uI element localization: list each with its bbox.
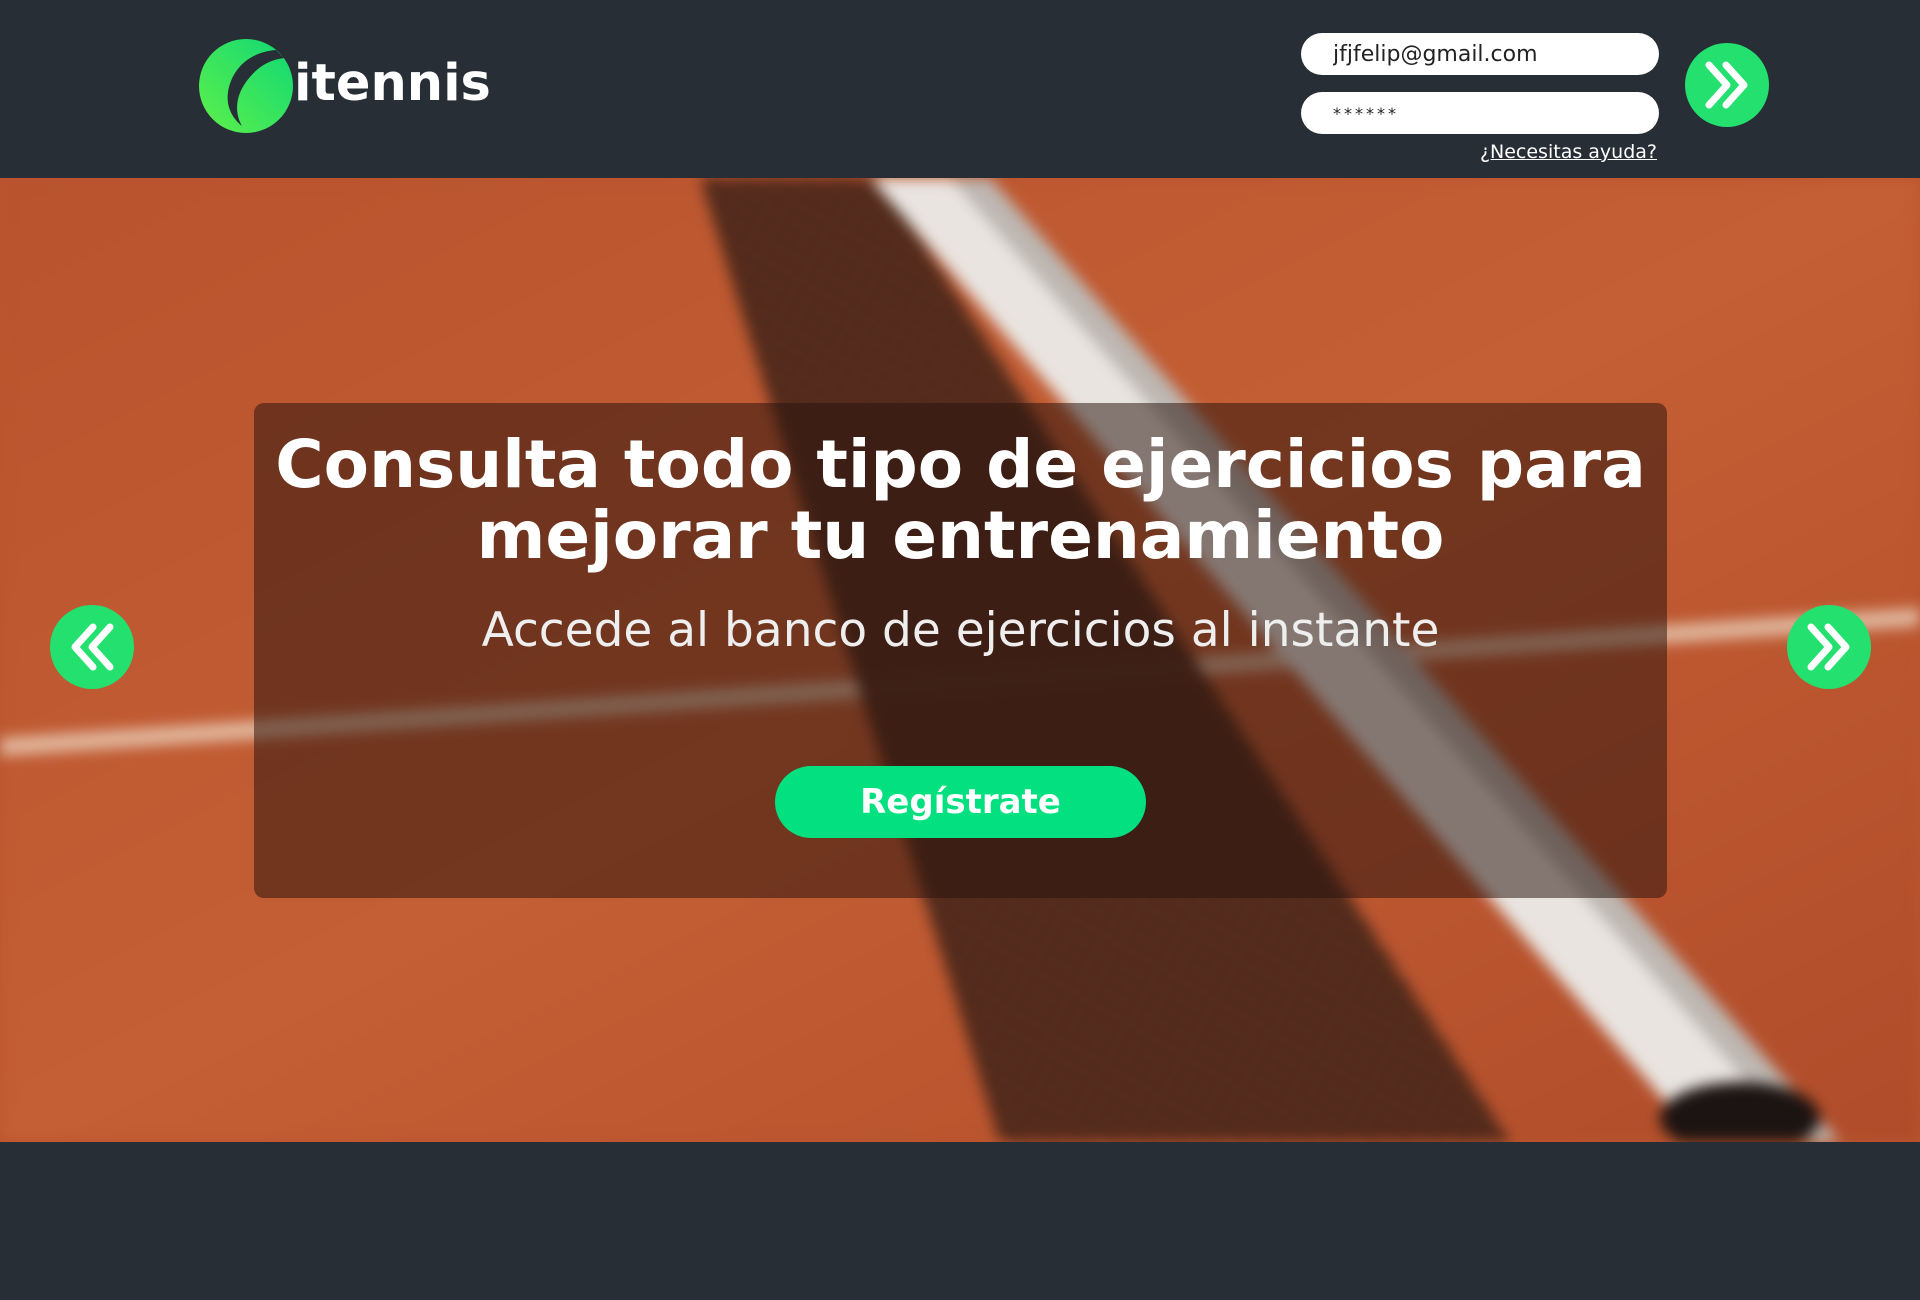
hero-subtitle: Accede al banco de ejercicios al instant…	[481, 603, 1440, 658]
double-chevron-right-icon	[1705, 61, 1748, 109]
hero-card: Consulta todo tipo de ejercicios para me…	[254, 403, 1667, 898]
hero-carousel: Consulta todo tipo de ejercicios para me…	[0, 178, 1920, 1142]
password-field[interactable]	[1301, 92, 1659, 134]
site-header: itennis ¿Necesitas ayuda?	[0, 0, 1920, 178]
carousel-next-button[interactable]	[1787, 605, 1871, 689]
carousel-prev-button[interactable]	[50, 605, 134, 689]
email-field[interactable]	[1301, 33, 1659, 75]
double-chevron-left-icon	[71, 623, 114, 671]
login-form: ¿Necesitas ayuda?	[1301, 33, 1659, 163]
logo[interactable]: itennis	[198, 38, 491, 134]
page-footer	[0, 1142, 1920, 1300]
double-chevron-right-icon	[1807, 623, 1850, 671]
logo-text: itennis	[294, 53, 491, 113]
register-button[interactable]: Regístrate	[775, 766, 1146, 838]
tennis-ball-icon	[199, 39, 293, 133]
hero-title: Consulta todo tipo de ejercicios para me…	[275, 426, 1646, 574]
login-submit-button[interactable]	[1685, 43, 1769, 127]
help-link[interactable]: ¿Necesitas ayuda?	[1480, 141, 1657, 163]
